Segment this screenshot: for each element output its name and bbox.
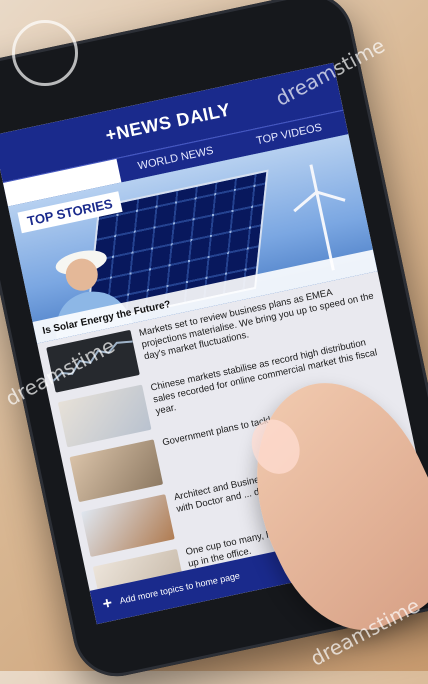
meeting-thumbnail (57, 384, 152, 448)
plus-icon: + (101, 594, 114, 614)
business-thumbnail (81, 494, 175, 557)
government-thumbnail (69, 439, 164, 503)
photo-scene: +NEWS DAILY WORLD NEWS TOP VIDEOS TOP ST… (0, 0, 428, 684)
watermark-logo (12, 20, 78, 86)
